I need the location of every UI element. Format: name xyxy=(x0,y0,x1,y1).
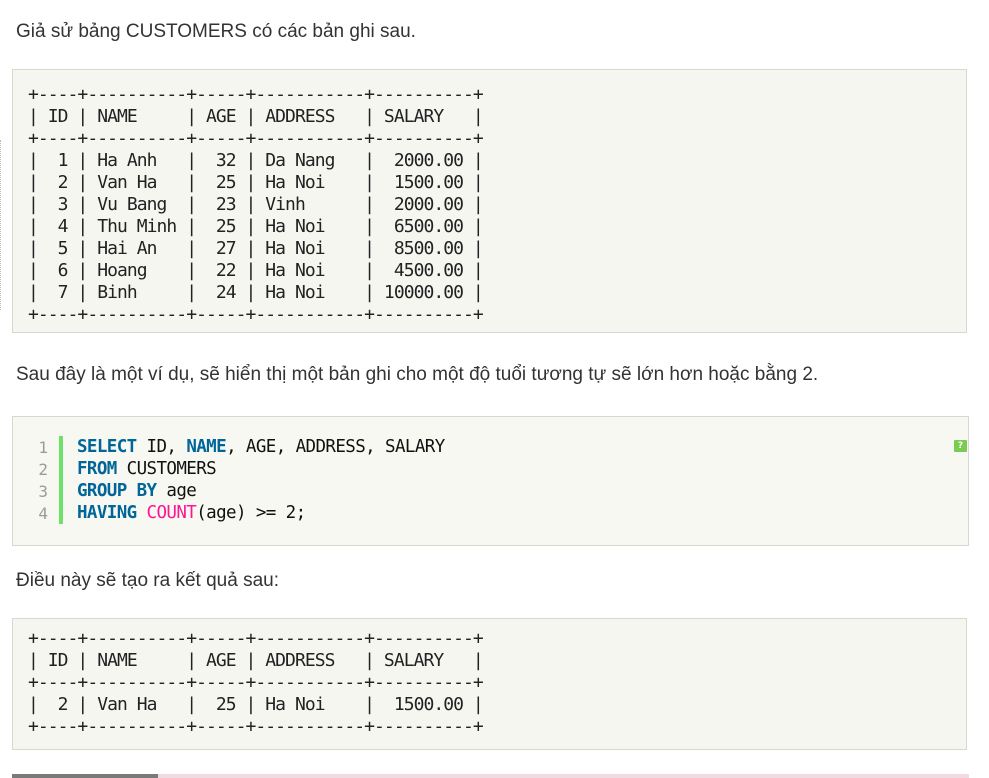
sql-keyword: SELECT xyxy=(77,437,137,457)
code-line: 1 SELECT ID, NAME, AGE, ADDRESS, SALARY xyxy=(13,436,445,458)
line-number: 4 xyxy=(38,503,48,523)
table-row: | 1 | Ha Anh | 32 | Da Nang | 2000.00 | xyxy=(28,150,484,171)
table-row: | 5 | Hai An | 27 | Ha Noi | 8500.00 | xyxy=(28,238,484,259)
line-number: 2 xyxy=(38,459,48,479)
gutter-bar xyxy=(59,502,63,524)
sql-code-block[interactable]: 1 SELECT ID, NAME, AGE, ADDRESS, SALARY … xyxy=(12,416,969,546)
sql-function: COUNT xyxy=(136,503,197,523)
table-border: +----+----------+-----+-----------+-----… xyxy=(28,304,484,325)
sql-keyword: GROUP BY xyxy=(77,481,157,501)
line-number: 3 xyxy=(38,481,48,501)
table-row: | 2 | Van Ha | 25 | Ha Noi | 1500.00 | xyxy=(28,172,484,193)
example-paragraph: Sau đây là một ví dụ, sẽ hiển thị một bả… xyxy=(16,364,819,385)
sql-keyword: FROM xyxy=(77,459,117,479)
gutter-bar xyxy=(59,480,63,502)
table-header: | ID | NAME | AGE | ADDRESS | SALARY | xyxy=(28,106,484,127)
code-text: FROM CUSTOMERS xyxy=(77,459,217,479)
table-border: +----+----------+-----+-----------+-----… xyxy=(28,672,484,693)
code-token: , AGE, ADDRESS, SALARY xyxy=(226,437,445,457)
gutter-bar xyxy=(59,436,63,458)
customers-table-block: +----+----------+-----+-----------+-----… xyxy=(12,69,967,333)
table-row: | 4 | Thu Minh | 25 | Ha Noi | 6500.00 | xyxy=(28,216,484,237)
table-header: | ID | NAME | AGE | ADDRESS | SALARY | xyxy=(28,650,484,671)
table-border: +----+----------+-----+-----------+-----… xyxy=(28,84,484,105)
bottom-divider xyxy=(158,774,969,778)
code-token: age xyxy=(156,481,197,501)
code-line: 4 HAVING COUNT(age) >= 2; xyxy=(13,502,445,524)
divider xyxy=(0,140,2,310)
customers-table-text: +----+----------+-----+-----------+-----… xyxy=(28,84,484,326)
table-border: +----+----------+-----+-----------+-----… xyxy=(28,628,484,649)
code-token: CUSTOMERS xyxy=(116,459,217,479)
sql-keyword: NAME xyxy=(186,437,227,457)
result-paragraph: Điều này sẽ tạo ra kết quả sau: xyxy=(16,570,279,591)
result-table-text: +----+----------+-----+-----------+-----… xyxy=(28,628,484,738)
sql-keyword: HAVING xyxy=(77,503,137,523)
gutter-bar xyxy=(59,458,63,480)
code-text: GROUP BY age xyxy=(77,481,197,501)
table-row: | 3 | Vu Bang | 23 | Vinh | 2000.00 | xyxy=(28,194,484,215)
code-line: 2 FROM CUSTOMERS xyxy=(13,458,445,480)
table-row: | 7 | Binh | 24 | Ha Noi | 10000.00 | xyxy=(28,282,484,303)
code-text: HAVING COUNT(age) >= 2; xyxy=(77,503,306,523)
bottom-divider xyxy=(12,774,158,778)
line-number: 1 xyxy=(38,437,48,457)
result-table-block: +----+----------+-----+-----------+-----… xyxy=(12,618,967,750)
code-text: SELECT ID, NAME, AGE, ADDRESS, SALARY xyxy=(77,437,445,457)
table-border: +----+----------+-----+-----------+-----… xyxy=(28,716,484,737)
table-row: | 2 | Van Ha | 25 | Ha Noi | 1500.00 | xyxy=(28,694,484,715)
intro-paragraph: Giả sử bảng CUSTOMERS có các bản ghi sau… xyxy=(16,21,416,42)
code-token: (age) >= 2; xyxy=(196,503,306,523)
help-icon[interactable]: ? xyxy=(954,440,967,452)
table-row: | 6 | Hoang | 22 | Ha Noi | 4500.00 | xyxy=(28,260,484,281)
code-token: ID, xyxy=(136,437,187,457)
table-border: +----+----------+-----+-----------+-----… xyxy=(28,128,484,149)
code-line: 3 GROUP BY age xyxy=(13,480,445,502)
